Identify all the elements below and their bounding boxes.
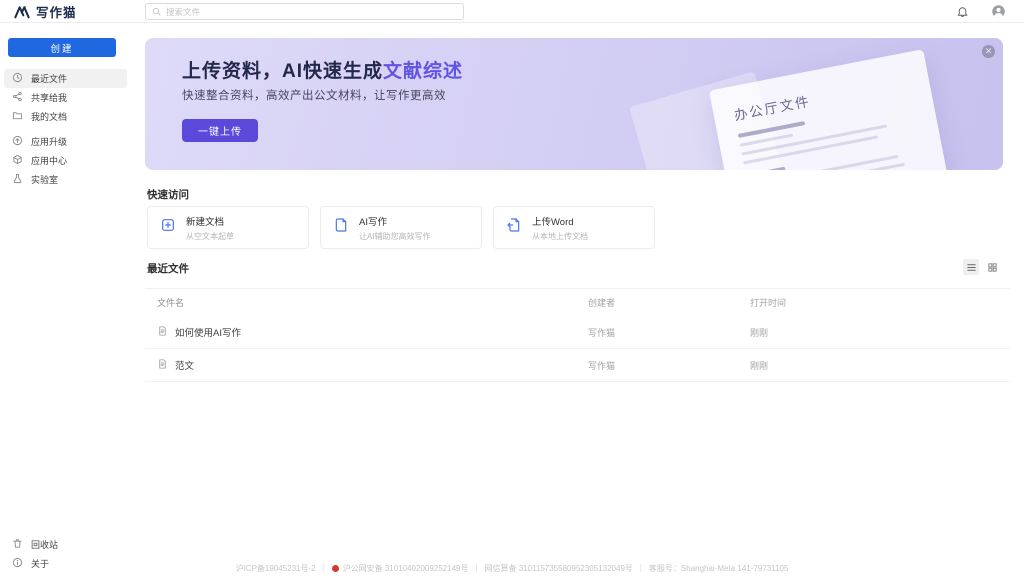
ai-writing-card[interactable]: AI写作 让AI辅助您高效写作	[320, 206, 482, 249]
clock-icon	[12, 72, 23, 85]
column-header-creator: 创建者	[588, 296, 750, 309]
upgrade-arrow-icon	[12, 135, 23, 148]
footer-separator: ｜	[637, 563, 645, 574]
search-icon	[152, 3, 161, 21]
app-center-cube-icon	[12, 154, 23, 167]
sidebar-item-lab[interactable]: 实验室	[4, 170, 127, 189]
sidebar-item-my-documents[interactable]: 我的文档	[4, 107, 127, 126]
footer-police: 沪公网安备 31010402009252149号	[343, 563, 469, 574]
view-toggles	[963, 259, 1000, 275]
upload-word-icon	[506, 217, 522, 238]
banner-subtitle: 快速整合资料，高效产出公文材料，让写作更高效	[182, 87, 446, 103]
sidebar-item-app-center[interactable]: 应用中心	[4, 151, 127, 170]
logo-text: 写作猫	[36, 2, 77, 21]
app-logo[interactable]: 写作猫	[14, 0, 77, 23]
user-avatar[interactable]	[991, 4, 1006, 19]
file-doc-icon	[157, 358, 168, 373]
sidebar-item-label: 我的文档	[31, 110, 67, 123]
header-actions	[956, 0, 1006, 23]
one-click-upload-button[interactable]: 一键上传	[182, 119, 258, 142]
logo-mark-icon	[14, 5, 30, 19]
footer-separator: ｜	[472, 563, 480, 574]
file-creator: 写作猫	[588, 359, 750, 372]
footer-netinfo: 网信算备 310115735580952305132049号	[484, 563, 632, 574]
share-icon	[12, 91, 23, 104]
file-opened-time: 刚刚	[750, 326, 1010, 339]
footer-support: 客服号：Shanghai-Meta 141-79731105	[649, 563, 789, 574]
banner-close-icon[interactable]: ✕	[982, 45, 995, 58]
card-subtitle: 从本地上传文档	[532, 231, 588, 242]
search-input[interactable]	[166, 7, 457, 17]
quick-access-cards: 新建文档 从空文本起草 AI写作 让AI辅助您高效写作	[147, 206, 655, 249]
sidebar-nav: 最近文件 共享给我 我的文档	[4, 69, 127, 189]
card-subtitle: 让AI辅助您高效写作	[359, 231, 431, 242]
sidebar-item-label: 应用升级	[31, 135, 67, 148]
file-name: 如何使用AI写作	[175, 325, 241, 339]
main-content: 办公厅文件 上传资料，AI快速生成文献综述 快速整合资料，高效产出公文材料，让写…	[145, 23, 1010, 576]
banner-title-highlight: 文献综述	[383, 61, 463, 82]
file-creator: 写作猫	[588, 326, 750, 339]
file-opened-time: 刚刚	[750, 359, 1010, 372]
card-title: AI写作	[359, 214, 431, 228]
sidebar: 创建 最近文件 共享给我	[0, 23, 131, 576]
police-badge-icon	[332, 565, 339, 572]
trash-icon	[12, 538, 23, 551]
sidebar-item-recycle-bin[interactable]: 回收站	[4, 535, 127, 554]
column-header-filename: 文件名	[145, 296, 588, 309]
banner-document-preview: 办公厅文件	[709, 49, 963, 170]
footer-icp: 沪ICP备19045231号-2	[236, 563, 316, 574]
sidebar-item-label: 回收站	[31, 538, 58, 551]
new-document-card[interactable]: 新建文档 从空文本起草	[147, 206, 309, 249]
sidebar-item-label: 共享给我	[31, 91, 67, 104]
flask-icon	[12, 173, 23, 186]
create-button[interactable]: 创建	[8, 38, 116, 57]
recent-files-table: 文件名 创建者 打开时间 如何使用AI写作 写作猫 刚刚	[145, 288, 1010, 382]
sidebar-item-app-upgrade[interactable]: 应用升级	[4, 132, 127, 151]
top-header: 写作猫	[0, 0, 1024, 23]
grid-view-icon[interactable]	[984, 259, 1000, 275]
sidebar-item-label: 应用中心	[31, 154, 67, 167]
notifications-bell-icon[interactable]	[956, 5, 969, 18]
new-document-icon	[160, 217, 176, 238]
upload-word-card[interactable]: 上传Word 从本地上传文档	[493, 206, 655, 249]
search-bar[interactable]	[145, 3, 464, 20]
table-row[interactable]: 如何使用AI写作 写作猫 刚刚	[145, 316, 1010, 349]
column-header-opened: 打开时间	[750, 296, 1010, 309]
folder-icon	[12, 110, 23, 123]
sidebar-item-label: 最近文件	[31, 72, 67, 85]
file-name: 范文	[175, 358, 194, 372]
card-title: 新建文档	[186, 214, 234, 228]
ai-writing-doc-icon	[333, 217, 349, 238]
footer-separator: ｜	[320, 563, 328, 574]
file-doc-icon	[157, 325, 168, 340]
list-view-icon[interactable]	[963, 259, 979, 275]
card-title: 上传Word	[532, 214, 588, 228]
table-header-row: 文件名 创建者 打开时间	[145, 289, 1010, 316]
sidebar-item-recent-files[interactable]: 最近文件	[4, 69, 127, 88]
promo-banner: 办公厅文件 上传资料，AI快速生成文献综述 快速整合资料，高效产出公文材料，让写…	[145, 38, 1003, 170]
app-window: 写作猫	[0, 0, 1024, 576]
card-subtitle: 从空文本起草	[186, 231, 234, 242]
sidebar-item-label: 实验室	[31, 173, 58, 186]
page-footer: 沪ICP备19045231号-2 ｜ 沪公网安备 310104020092521…	[0, 563, 1024, 574]
quick-access-title: 快速访问	[147, 187, 189, 202]
table-row[interactable]: 范文 写作猫 刚刚	[145, 349, 1010, 382]
sidebar-item-shared-with-me[interactable]: 共享给我	[4, 88, 127, 107]
banner-title: 上传资料，AI快速生成文献综述	[182, 56, 463, 83]
recent-files-title: 最近文件	[147, 261, 189, 276]
